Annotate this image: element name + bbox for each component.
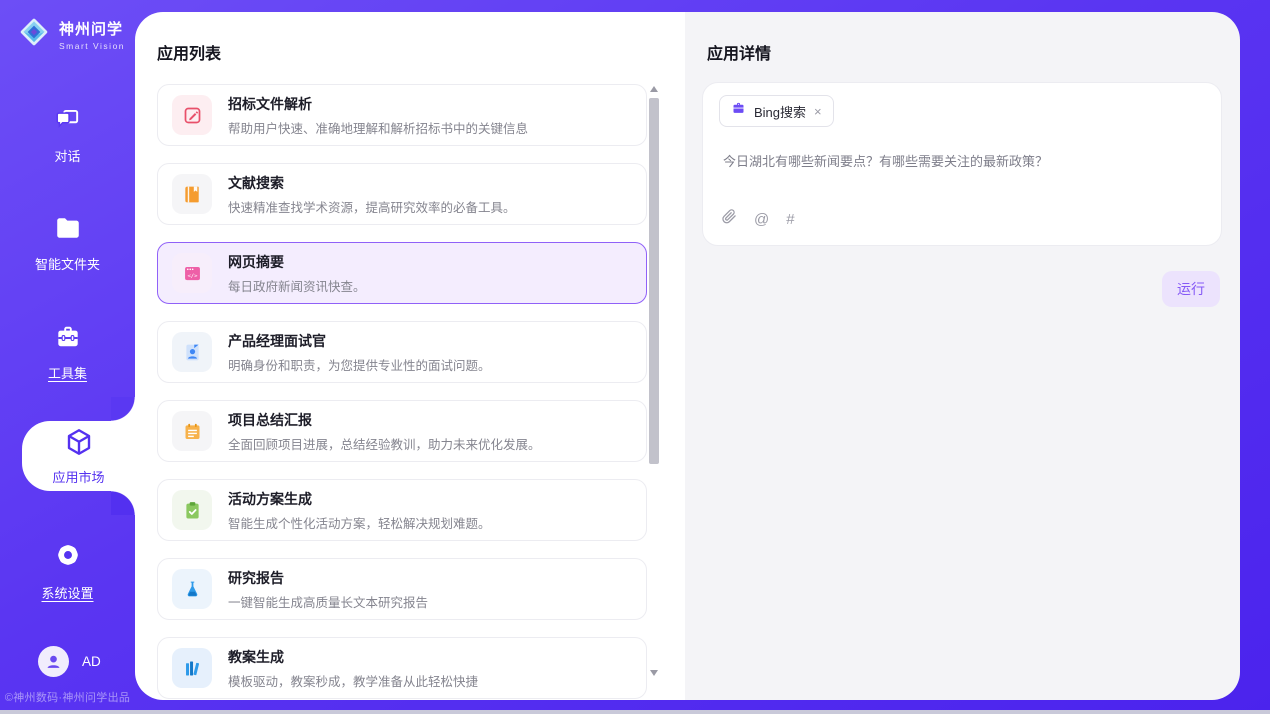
app-name: 项目总结汇报	[228, 410, 541, 430]
app-name: 招标文件解析	[228, 94, 528, 114]
app-desc: 快速精准查找学术资源，提高研究效率的必备工具。	[228, 197, 516, 216]
paperclip-icon[interactable]	[722, 208, 737, 230]
webpage-icon: </>	[172, 253, 212, 293]
tool-chip-bing-search[interactable]: Bing搜索 ×	[719, 95, 834, 127]
sidebar-item-toolset[interactable]: 工具集	[0, 324, 135, 382]
app-list-title: 应用列表	[157, 40, 221, 64]
close-icon[interactable]: ×	[814, 105, 822, 118]
app-detail-panel: 应用详情 Bing搜索 × 今日湖北有哪些新闻要点？有哪些需要关注的最新政策？ …	[685, 12, 1240, 700]
research-icon	[172, 569, 212, 609]
app-list-panel: 应用列表 招标文件解析 帮助用户快速、准确地理解和解析招标书中的关键信息	[135, 12, 685, 700]
copyright-text: ©神州数码·神州问学出品	[0, 689, 135, 705]
app-desc: 每日政府新闻资讯快查。	[228, 276, 366, 295]
mention-icon[interactable]: @	[754, 211, 769, 228]
brand-name: 神州问学	[59, 18, 125, 39]
svg-text:</>: </>	[187, 273, 198, 279]
sidebar-item-label: 工具集	[48, 363, 87, 382]
run-button[interactable]: 运行	[1162, 271, 1220, 307]
app-desc: 一键智能生成高质量长文本研究报告	[228, 592, 428, 611]
list-item-pm-interviewer[interactable]: 产品经理面试官 明确身份和职责，为您提供专业性的面试问题。	[157, 321, 647, 383]
briefcase-icon	[731, 101, 746, 121]
list-scrollbar[interactable]	[649, 84, 660, 678]
scroll-down-icon[interactable]	[650, 670, 658, 676]
list-item-webpage-summary[interactable]: </> 网页摘要 每日政府新闻资讯快查。	[157, 242, 647, 304]
cube-icon	[64, 427, 94, 462]
sidebar: 神州问学 Smart Vision 对话 智能文件夹	[0, 0, 135, 714]
app-name: 文献搜索	[228, 173, 516, 193]
app-name: 产品经理面试官	[228, 331, 491, 351]
app-desc: 帮助用户快速、准确地理解和解析招标书中的关键信息	[228, 118, 528, 137]
brand-subtitle: Smart Vision	[59, 41, 125, 51]
clipboard-check-icon	[172, 490, 212, 530]
sidebar-item-label: 智能文件夹	[35, 254, 100, 273]
books-icon	[172, 648, 212, 688]
sidebar-item-app-market[interactable]: 应用市场	[22, 421, 135, 491]
edit-icon	[172, 95, 212, 135]
app-desc: 全面回顾项目进展，总结经验教训，助力未来优化发展。	[228, 434, 541, 453]
user-initials: AD	[82, 654, 101, 669]
list-item-research-report[interactable]: 研究报告 一键智能生成高质量长文本研究报告	[157, 558, 647, 620]
tool-chip-label: Bing搜索	[754, 102, 806, 121]
app-desc: 明确身份和职责，为您提供专业性的面试问题。	[228, 355, 491, 374]
chat-icon	[54, 106, 82, 137]
app-desc: 智能生成个性化活动方案，轻松解决规划难题。	[228, 513, 491, 532]
scroll-up-icon[interactable]	[650, 86, 658, 92]
sidebar-item-smart-folder[interactable]: 智能文件夹	[0, 216, 135, 273]
interviewer-icon	[172, 332, 212, 372]
composer-toolbar: @ #	[722, 208, 795, 230]
diamond-logo-icon	[16, 14, 52, 55]
prompt-composer: Bing搜索 × 今日湖北有哪些新闻要点？有哪些需要关注的最新政策？ @ #	[702, 82, 1222, 246]
list-item-project-summary[interactable]: 项目总结汇报 全面回顾项目进展，总结经验教训，助力未来优化发展。	[157, 400, 647, 462]
avatar	[38, 646, 69, 677]
app-name: 网页摘要	[228, 252, 366, 272]
list-item-literature-search[interactable]: 文献搜索 快速精准查找学术资源，提高研究效率的必备工具。	[157, 163, 647, 225]
app-list: 招标文件解析 帮助用户快速、准确地理解和解析招标书中的关键信息 文献搜索 快速精…	[157, 84, 647, 700]
sidebar-item-label: 对话	[54, 146, 80, 165]
list-item-bid-analysis[interactable]: 招标文件解析 帮助用户快速、准确地理解和解析招标书中的关键信息	[157, 84, 647, 146]
app-desc: 模板驱动，教案秒成，教学准备从此轻松快捷	[228, 671, 478, 690]
summary-icon	[172, 411, 212, 451]
sidebar-item-label: 系统设置	[41, 583, 93, 602]
scrollbar-thumb[interactable]	[649, 98, 659, 464]
book-icon	[172, 174, 212, 214]
list-item-lesson-plan[interactable]: 教案生成 模板驱动，教案秒成，教学准备从此轻松快捷	[157, 637, 647, 699]
sidebar-item-label: 应用市场	[52, 467, 104, 486]
sidebar-item-settings[interactable]: 系统设置	[0, 541, 135, 602]
app-detail-title: 应用详情	[707, 40, 771, 64]
brand-logo: 神州问学 Smart Vision	[16, 14, 125, 55]
sidebar-item-chat[interactable]: 对话	[0, 106, 135, 165]
app-name: 教案生成	[228, 647, 478, 667]
query-input[interactable]: 今日湖北有哪些新闻要点？有哪些需要关注的最新政策？	[723, 152, 1201, 172]
app-name: 研究报告	[228, 568, 428, 588]
user-account[interactable]: AD	[38, 646, 101, 677]
toolbox-icon	[54, 324, 82, 354]
list-item-activity-plan[interactable]: 活动方案生成 智能生成个性化活动方案，轻松解决规划难题。	[157, 479, 647, 541]
gear-icon	[54, 541, 82, 574]
folder-icon	[54, 216, 82, 245]
app-name: 活动方案生成	[228, 489, 491, 509]
hash-icon[interactable]: #	[786, 211, 794, 228]
window-bottom-edge	[0, 710, 1270, 714]
